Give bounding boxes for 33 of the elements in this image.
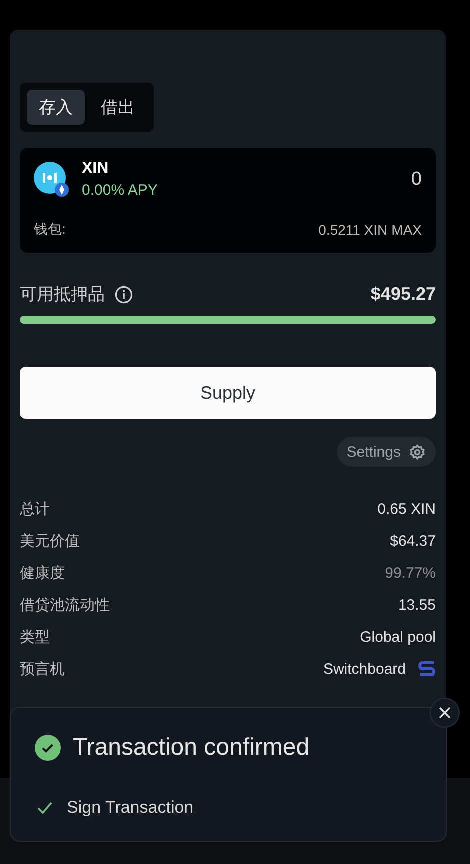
supply-button[interactable]: Supply (20, 367, 436, 419)
detail-label: 美元价值 (20, 532, 80, 552)
wallet-label: 钱包: (34, 221, 66, 239)
apy-text: 0.00% APY (82, 182, 158, 199)
oracle-logo-icon (418, 661, 436, 679)
info-icon[interactable] (115, 286, 133, 304)
collateral-label: 可用抵押品 (20, 284, 105, 306)
detail-value: 13.55 (398, 596, 436, 616)
detail-label: 预言机 (20, 660, 65, 680)
detail-label: 借贷池流动性 (20, 596, 110, 616)
close-icon (439, 707, 451, 719)
tab[interactable]: 存入 (27, 90, 85, 125)
step-label: Sign Transaction (67, 798, 194, 818)
collateral-value: $495.27 (370, 284, 436, 305)
detail-value: Switchboard (323, 660, 406, 680)
success-icon (35, 735, 61, 761)
toast-title: Transaction confirmed (73, 734, 310, 762)
amount-input[interactable]: 0 (411, 168, 422, 190)
detail-value: $64.37 (390, 532, 436, 552)
max-button[interactable]: MAX (392, 222, 422, 238)
detail-label: 健康度 (20, 564, 65, 584)
token-icon (34, 162, 70, 198)
token-symbol: XIN (82, 160, 110, 178)
wallet-balance: 0.5211 XIN (318, 222, 388, 238)
tab[interactable]: 借出 (89, 90, 147, 125)
detail-value: Global pool (360, 628, 436, 648)
detail-value: 0.65 XIN (378, 500, 436, 520)
close-button[interactable] (430, 698, 460, 728)
detail-label: 类型 (20, 628, 50, 648)
settings-icon (409, 444, 426, 460)
detail-value: 99.77% (385, 564, 436, 584)
detail-label: 总计 (20, 500, 50, 520)
settings-button[interactable]: Settings (336, 437, 436, 467)
